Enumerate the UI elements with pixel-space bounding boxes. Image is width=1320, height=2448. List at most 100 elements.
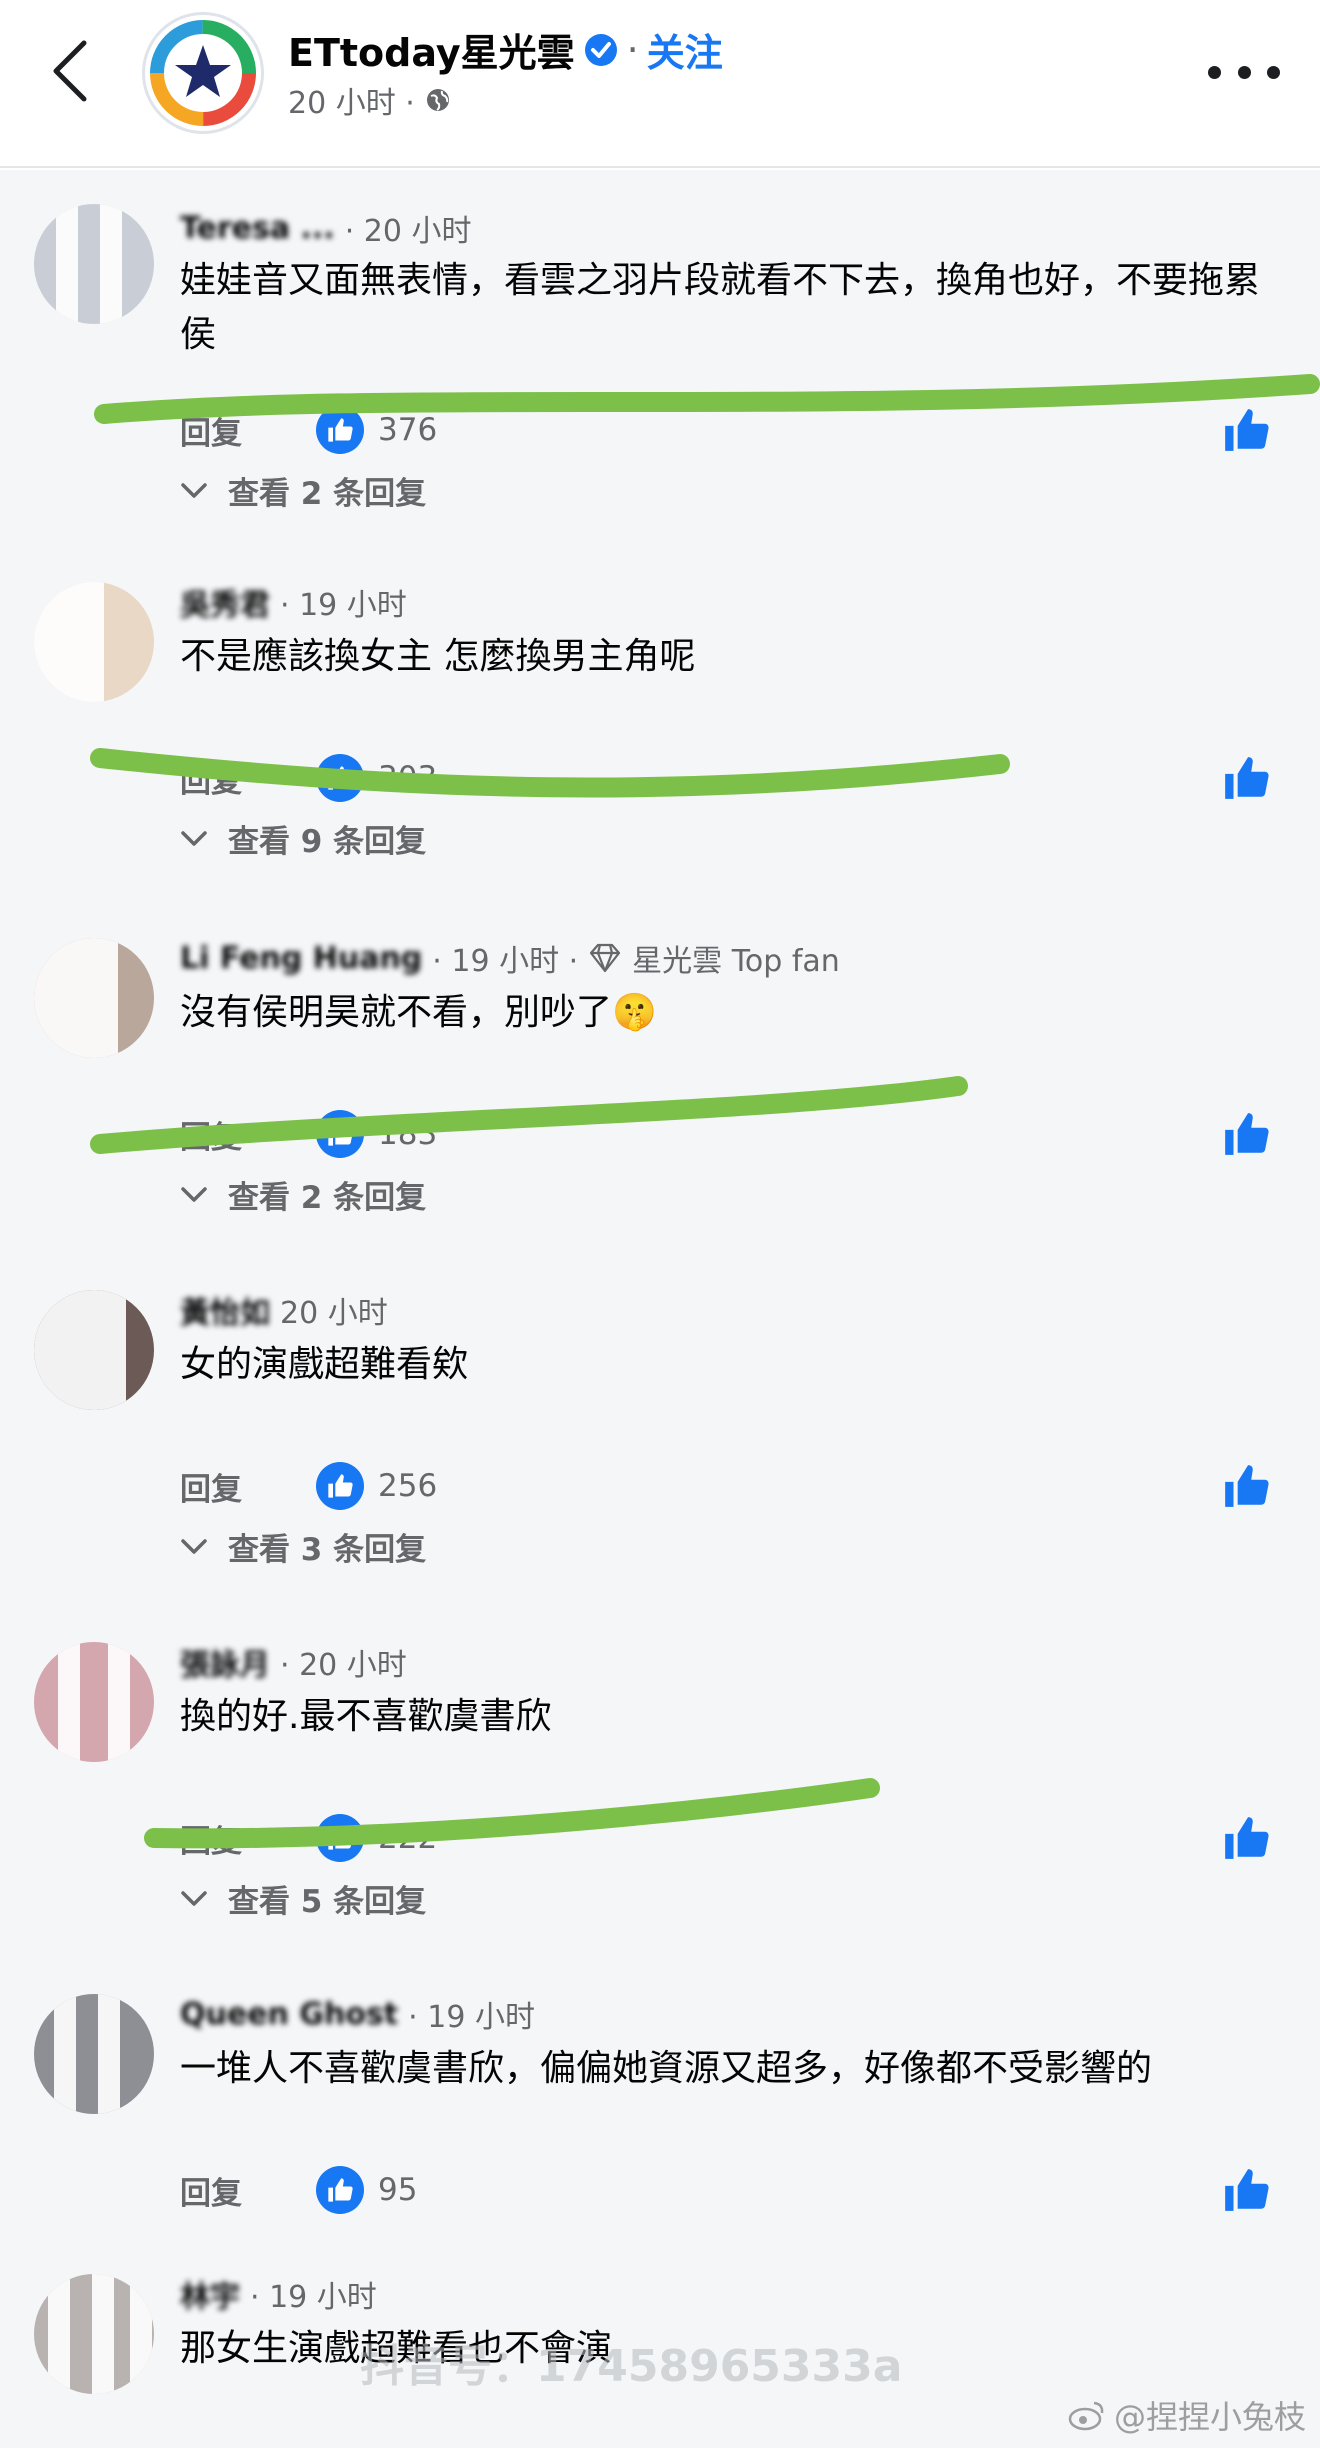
follow-button[interactable]: 关注 <box>647 22 723 77</box>
thumbs-up-icon <box>1225 1817 1269 1859</box>
view-replies-label: 查看 9 条回复 <box>228 824 427 860</box>
comment-actions: 回复 256 <box>180 1458 437 1514</box>
view-replies-button[interactable]: 查看 2 条回复 <box>180 1172 426 1217</box>
like-button[interactable] <box>1218 1810 1274 1866</box>
commenter-name-row: 張詠月 · 20 小时 <box>180 1640 407 1684</box>
like-button[interactable] <box>1218 1106 1274 1162</box>
globe-icon <box>426 89 449 111</box>
page-logo-icon <box>150 20 256 126</box>
commenter-avatar[interactable] <box>34 1994 154 2114</box>
comment-actions: 回复 95 <box>180 2162 417 2218</box>
reply-button[interactable]: 回复 <box>180 2168 316 2213</box>
like-reaction-icon <box>316 1462 364 1510</box>
like-reaction-icon <box>316 754 364 802</box>
reaction-count[interactable]: 95 <box>316 2166 417 2214</box>
more-options-button[interactable] <box>1208 54 1280 90</box>
view-replies-button[interactable]: 查看 3 条回复 <box>180 1524 426 1569</box>
commenter-name[interactable]: Teresa ... <box>180 211 335 246</box>
reaction-count[interactable]: 222 <box>316 1814 437 1862</box>
like-reaction-icon <box>316 1814 364 1862</box>
commenter-avatar[interactable] <box>34 2274 154 2394</box>
view-replies-label: 查看 3 条回复 <box>228 1532 427 1568</box>
weibo-credit: @捏捏小兔枝 <box>1068 2392 1306 2438</box>
comment-time: · 20 小时 <box>280 1648 407 1683</box>
like-count: 303 <box>378 760 438 796</box>
commenter-name-row: Queen Ghost · 19 小时 <box>180 1992 535 2036</box>
like-count: 256 <box>378 1468 438 1504</box>
comment-text: 娃娃音又面無表情，看雲之羽片段就看不下去，換角也好，不要拖累侯 <box>180 260 1261 355</box>
comment-actions: 回复 303 <box>180 750 437 806</box>
like-reaction-icon <box>316 2166 364 2214</box>
reply-button[interactable]: 回复 <box>180 1112 316 1157</box>
comment-time: · 19 小时 <box>280 588 407 623</box>
reply-button[interactable]: 回复 <box>180 1816 316 1861</box>
view-replies-button[interactable]: 查看 5 条回复 <box>180 1876 426 1921</box>
more-dot-icon <box>1237 65 1251 79</box>
like-count: 376 <box>378 412 438 448</box>
reply-button[interactable]: 回复 <box>180 1464 316 1509</box>
page-name[interactable]: ETtoday星光雲 <box>288 22 575 77</box>
page-title-row: ETtoday星光雲 · 关注 <box>288 22 723 77</box>
reaction-count[interactable]: 183 <box>316 1110 437 1158</box>
comment-item: Li Feng Huang · 19 小时 · 星光雲 Top fan 沒有侯明… <box>0 926 1320 1276</box>
commenter-avatar[interactable] <box>34 938 154 1058</box>
more-dot-icon <box>1208 65 1221 79</box>
like-count: 183 <box>378 1116 438 1152</box>
comment-item: Teresa ... · 20 小时 娃娃音又面無表情，看雲之羽片段就看不下去，… <box>0 170 1320 550</box>
view-replies-label: 查看 2 条回复 <box>228 476 427 512</box>
reply-button[interactable]: 回复 <box>180 756 316 801</box>
commenter-name[interactable]: 吳秀君 <box>180 580 270 624</box>
commenter-name[interactable]: Queen Ghost <box>180 1997 398 2032</box>
comment-time: 20 小时 <box>280 1296 388 1331</box>
view-replies-button[interactable]: 查看 2 条回复 <box>180 468 426 513</box>
comment-text: 一堆人不喜歡虞書欣，偏偏她資源又超多，好像都不受影響的 <box>180 2048 1153 2089</box>
commenter-avatar[interactable] <box>34 582 154 702</box>
thumbs-up-icon <box>1225 1113 1269 1155</box>
commenter-avatar[interactable] <box>34 1290 154 1410</box>
thumbs-up-icon <box>1225 757 1269 799</box>
commenter-avatar[interactable] <box>34 204 154 324</box>
comment-text: 沒有侯明昊就不看，別吵了🤫 <box>180 992 657 1033</box>
commenter-name-row: Teresa ... · 20 小时 <box>180 206 472 250</box>
reaction-count[interactable]: 376 <box>316 406 437 454</box>
reply-button[interactable]: 回复 <box>180 408 316 453</box>
like-reaction-icon <box>316 1110 364 1158</box>
comment-text: 不是應該換女主 怎麼換男主角呢 <box>180 636 696 677</box>
commenter-name-row: 黃怡如 20 小时 <box>180 1288 388 1332</box>
comment-time: · 19 小时 · <box>432 944 579 979</box>
view-replies-button[interactable]: 查看 9 条回复 <box>180 816 426 861</box>
like-count: 95 <box>378 2172 418 2208</box>
commenter-name[interactable]: Li Feng Huang <box>180 941 422 976</box>
commenter-name-row: 林宇 · 19 小时 <box>180 2272 377 2316</box>
view-replies-label: 查看 5 条回复 <box>228 1884 427 1920</box>
reaction-count[interactable]: 256 <box>316 1462 437 1510</box>
comments-list[interactable]: Teresa ... · 20 小时 娃娃音又面無表情，看雲之羽片段就看不下去，… <box>0 170 1320 2448</box>
chevron-down-icon <box>181 1538 207 1554</box>
post-time: 20 小时 · <box>288 86 415 121</box>
like-button[interactable] <box>1218 402 1274 458</box>
commenter-name-row: Li Feng Huang · 19 小时 · 星光雲 Top fan <box>180 936 840 980</box>
commenter-name-row: 吳秀君 · 19 小时 <box>180 580 407 624</box>
like-button[interactable] <box>1218 1458 1274 1514</box>
comment-text: 換的好.最不喜歡虞書欣 <box>180 1696 552 1737</box>
reaction-count[interactable]: 303 <box>316 754 437 802</box>
title-separator: · <box>626 27 639 72</box>
comment-item: 黃怡如 20 小时 女的演戲超難看欸 回复 256 查看 3 条回复 <box>0 1278 1320 1628</box>
douyin-watermark: 抖音号：17458965333a <box>360 2341 903 2392</box>
like-button[interactable] <box>1218 2162 1274 2218</box>
view-replies-label: 查看 2 条回复 <box>228 1180 427 1216</box>
comment-actions: 回复 222 <box>180 1810 437 1866</box>
commenter-avatar[interactable] <box>34 1642 154 1762</box>
chevron-down-icon <box>181 1890 207 1906</box>
page-avatar[interactable] <box>142 12 264 134</box>
like-button[interactable] <box>1218 750 1274 806</box>
comment-item: Queen Ghost · 19 小时 一堆人不喜歡虞書欣，偏偏她資源又超多，好… <box>0 1982 1320 2242</box>
commenter-name[interactable]: 林宇 <box>180 2272 240 2316</box>
back-button[interactable] <box>40 36 100 106</box>
post-header: ETtoday星光雲 · 关注 20 小时 · <box>0 0 1320 168</box>
commenter-name[interactable]: 黃怡如 <box>180 1288 270 1332</box>
comment-time: · 20 小时 <box>344 214 472 249</box>
like-reaction-icon <box>316 406 364 454</box>
diamond-badge-icon <box>590 943 621 973</box>
commenter-name[interactable]: 張詠月 <box>180 1640 270 1684</box>
